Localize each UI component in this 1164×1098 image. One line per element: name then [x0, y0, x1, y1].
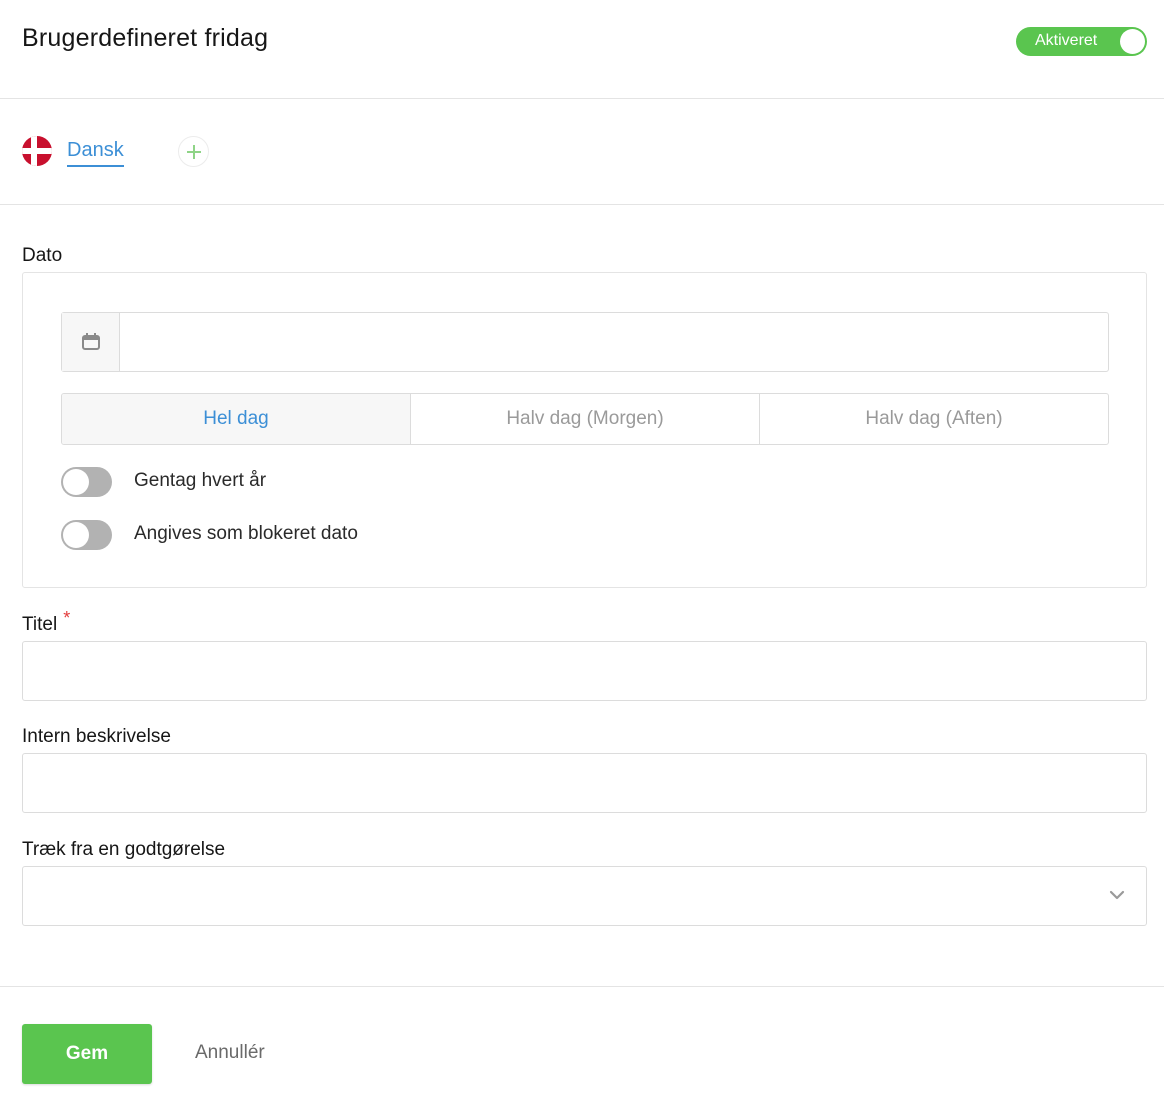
internal-description-label: Intern beskrivelse [22, 726, 171, 747]
date-input[interactable] [61, 312, 1109, 372]
internal-description-input[interactable] [22, 753, 1147, 813]
required-asterisk: * [63, 608, 71, 628]
cancel-button[interactable]: Annullér [195, 1042, 265, 1064]
toggle-knob [63, 469, 89, 495]
toggle-knob [1120, 29, 1145, 54]
add-language-button[interactable] [178, 136, 209, 167]
title-label: Titel * [22, 608, 70, 636]
tab-language-dansk[interactable]: Dansk [67, 139, 124, 167]
page-header: Brugerdefineret fridag Aktiveret [0, 0, 1164, 99]
option-halv-dag-aften[interactable]: Halv dag (Aften) [760, 394, 1108, 444]
date-panel: Hel dag Halv dag (Morgen) Halv dag (Afte… [22, 272, 1147, 588]
page-title: Brugerdefineret fridag [22, 24, 269, 52]
repeat-yearly-label: Gentag hvert år [134, 470, 267, 491]
toggle-knob [63, 522, 89, 548]
status-toggle[interactable]: Aktiveret [1016, 27, 1147, 56]
option-halv-dag-morgen[interactable]: Halv dag (Morgen) [411, 394, 760, 444]
duration-selector: Hel dag Halv dag (Morgen) Halv dag (Afte… [61, 393, 1109, 445]
footer-divider [0, 986, 1164, 987]
status-toggle-label: Aktiveret [1035, 32, 1098, 49]
blocked-date-label: Angives som blokeret dato [134, 523, 358, 544]
blocked-date-toggle[interactable] [61, 520, 112, 550]
save-button[interactable]: Gem [22, 1024, 152, 1084]
allowance-select[interactable] [22, 866, 1147, 926]
denmark-flag-icon [22, 136, 52, 166]
allowance-label: Træk fra en godtgørelse [22, 839, 226, 860]
language-tabs: Dansk [0, 99, 1164, 205]
repeat-yearly-toggle[interactable] [61, 467, 112, 497]
calendar-addon[interactable] [62, 313, 120, 371]
date-label: Dato [22, 245, 63, 266]
title-label-text: Titel [22, 614, 58, 635]
option-hel-dag[interactable]: Hel dag [62, 394, 411, 444]
chevron-down-icon [1109, 890, 1125, 900]
title-input[interactable] [22, 641, 1147, 701]
calendar-icon [82, 333, 100, 350]
